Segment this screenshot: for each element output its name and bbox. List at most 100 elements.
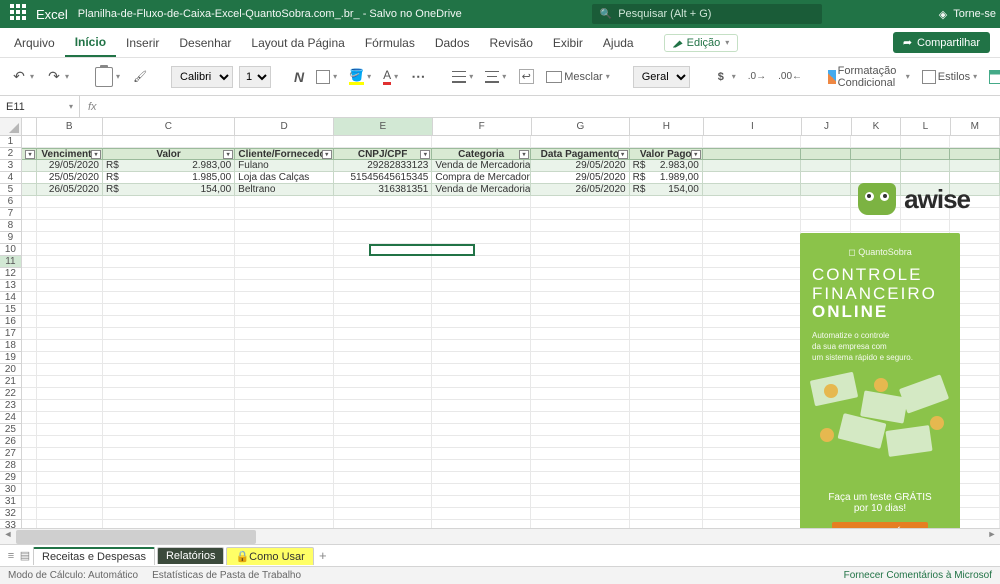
cell[interactable] [432,232,531,244]
cell[interactable] [235,472,334,484]
col-header[interactable]: I [704,118,803,136]
cell[interactable]: R$154,00 [630,184,703,196]
cell[interactable] [103,436,235,448]
cell[interactable] [37,364,103,376]
cell[interactable] [703,508,802,520]
row-header[interactable]: 31 [0,496,22,508]
cell[interactable] [37,448,103,460]
cell[interactable]: 26/05/2020 [37,184,103,196]
cell[interactable] [531,208,630,220]
cell[interactable] [630,412,703,424]
row-header[interactable]: 3 [0,160,22,172]
cell[interactable] [531,508,630,520]
col-header[interactable]: K [852,118,901,136]
cell[interactable] [103,328,235,340]
cell[interactable] [37,376,103,388]
cell[interactable] [334,448,433,460]
row-header[interactable]: 14 [0,292,22,304]
conditional-formatting-button[interactable]: Formatação Condicional▾ [825,63,913,91]
cell[interactable] [334,412,433,424]
cell[interactable] [531,340,630,352]
filter-dropdown-icon[interactable]: ▾ [519,150,529,159]
cell[interactable] [37,484,103,496]
cell[interactable] [630,244,703,256]
cell[interactable] [22,304,37,316]
cell[interactable] [703,388,802,400]
cell[interactable] [901,220,951,232]
menu-formulas[interactable]: Fórmulas [355,28,425,57]
formula-bar[interactable] [105,96,1000,117]
cell[interactable] [630,484,703,496]
cell[interactable] [103,376,235,388]
cell[interactable] [801,220,851,232]
cell[interactable] [37,292,103,304]
cell[interactable] [630,508,703,520]
cell[interactable] [235,496,334,508]
row-header[interactable]: 1 [0,136,22,148]
cell[interactable] [22,184,37,196]
row-header[interactable]: 9 [0,232,22,244]
cell[interactable] [432,364,531,376]
calc-mode[interactable]: Modo de Cálculo: Automático [8,570,138,581]
cell[interactable] [531,328,630,340]
cell[interactable] [703,172,802,184]
cell[interactable] [37,412,103,424]
row-header[interactable]: 2 [0,148,22,160]
cell[interactable]: 51545645615345 [334,172,433,184]
cell[interactable]: Data Pagamento▾ [531,148,630,160]
styles-button[interactable]: Estilos▾ [919,68,980,86]
cell[interactable] [235,340,334,352]
cell[interactable] [432,292,531,304]
cell[interactable] [432,400,531,412]
cell[interactable] [334,304,433,316]
cell[interactable] [531,196,630,208]
filter-dropdown-icon[interactable]: ▾ [618,150,628,159]
cell[interactable] [334,268,433,280]
cell[interactable] [801,184,851,196]
row-header[interactable]: 26 [0,436,22,448]
cell[interactable] [22,352,37,364]
cell[interactable] [334,472,433,484]
cell[interactable] [37,460,103,472]
cell[interactable] [334,352,433,364]
cell[interactable] [432,448,531,460]
cell[interactable] [235,136,334,148]
cell[interactable] [630,400,703,412]
wrap-text-button[interactable] [515,67,537,87]
cell[interactable]: Venda de Mercadoria [432,184,531,196]
cell[interactable] [432,508,531,520]
cell[interactable] [103,316,235,328]
row-header[interactable]: 7 [0,208,22,220]
cell[interactable] [37,352,103,364]
cell[interactable] [334,460,433,472]
merge-button[interactable]: Mesclar▾ [543,69,613,85]
cell[interactable] [432,424,531,436]
cell[interactable]: Valor▾ [103,148,235,160]
format-table-button[interactable]: ▾ [986,68,1000,86]
cell[interactable] [630,304,703,316]
cell[interactable] [703,448,802,460]
cell[interactable] [703,316,802,328]
font-size-select[interactable]: 11 [239,66,271,88]
cell[interactable] [103,424,235,436]
cell[interactable] [851,148,901,160]
cell[interactable] [235,196,334,208]
cell[interactable] [703,148,802,160]
cell[interactable] [334,364,433,376]
row-header[interactable]: 17 [0,328,22,340]
all-sheets-icon[interactable]: ▤ [18,549,32,562]
cell[interactable]: R$1.985,00 [103,172,235,184]
cell[interactable] [103,244,235,256]
cell[interactable] [103,484,235,496]
tab-menu-icon[interactable]: ≡ [4,550,18,562]
cell[interactable] [22,280,37,292]
align-button[interactable]: ▾ [449,69,476,85]
cell[interactable] [703,136,802,148]
account-area[interactable]: ◈ Torne-se [939,8,996,21]
cell[interactable] [235,460,334,472]
cell[interactable] [235,508,334,520]
row-header[interactable]: 21 [0,376,22,388]
cell[interactable] [901,160,951,172]
row-header[interactable]: 20 [0,364,22,376]
cell[interactable] [630,448,703,460]
